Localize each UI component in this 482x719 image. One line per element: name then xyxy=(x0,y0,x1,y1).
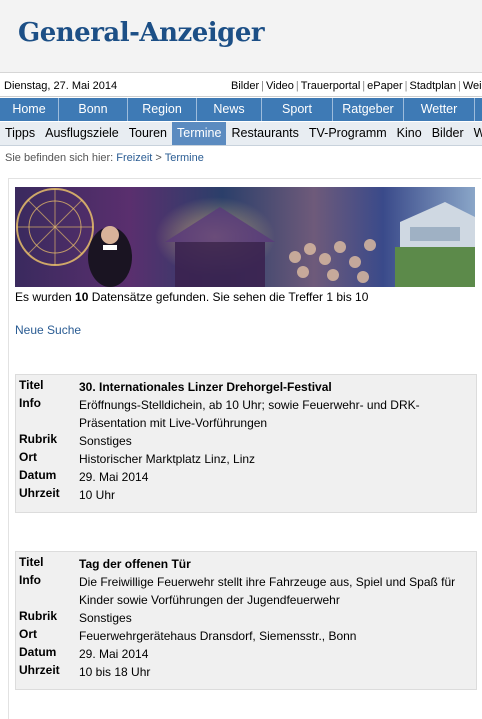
sub-navigation: Tipps Ausflugsziele Touren Termine Resta… xyxy=(0,122,482,146)
label-ort: Ort xyxy=(19,627,37,641)
nav-home[interactable]: Home xyxy=(0,98,59,121)
results-text-before: Es wurden xyxy=(15,290,72,304)
results-count: 10 xyxy=(75,290,89,304)
label-ort: Ort xyxy=(19,450,37,464)
event-row-datum: Datum 29. Mai 2014 xyxy=(16,645,476,663)
event-uhrzeit: 10 Uhr xyxy=(79,488,116,502)
label-uhrzeit: Uhrzeit xyxy=(19,663,60,677)
subnav-termine[interactable]: Termine xyxy=(172,122,227,145)
event-datum: 29. Mai 2014 xyxy=(79,470,149,484)
event-row-info: Info Die Freiwillige Feuerwehr stellt ih… xyxy=(16,573,476,609)
results-text-after: Datensätze gefunden. Sie sehen die Treff… xyxy=(91,290,369,304)
event-row-ort: Ort Historischer Marktplatz Linz, Linz xyxy=(16,450,476,468)
label-uhrzeit: Uhrzeit xyxy=(19,486,60,500)
nav-bonn[interactable]: Bonn xyxy=(59,98,128,121)
label-info: Info xyxy=(19,573,41,587)
label-datum: Datum xyxy=(19,468,57,482)
link-video[interactable]: Video xyxy=(265,80,295,92)
event-card: Titel 30. Internationales Linzer Drehorg… xyxy=(15,374,477,513)
link-stadtplan[interactable]: Stadtplan xyxy=(409,80,457,92)
banner-collage-graphic xyxy=(15,187,475,287)
masthead: General-Anzeiger xyxy=(0,0,482,73)
event-ort: Historischer Marktplatz Linz, Linz xyxy=(79,452,256,466)
subnav-bilder[interactable]: Bilder xyxy=(427,122,469,145)
breadcrumb-separator: > xyxy=(155,152,162,164)
nav-ratgeber[interactable]: Ratgeber xyxy=(333,98,404,121)
subnav-touren[interactable]: Touren xyxy=(124,122,172,145)
event-row-uhrzeit: Uhrzeit 10 Uhr xyxy=(16,486,476,504)
breadcrumb-termine[interactable]: Termine xyxy=(165,152,204,164)
utility-links: Bilder | Video | Trauerportal | ePaper | Stadtpl… xyxy=(230,80,482,92)
subnav-tipps[interactable]: Tipps xyxy=(0,122,40,145)
banner-image xyxy=(15,187,475,287)
event-ort: Feuerwehrgerätehaus Dransdorf, Siemensst… xyxy=(79,629,357,643)
site-logo[interactable]: General-Anzeiger xyxy=(18,18,265,48)
label-titel: Titel xyxy=(19,378,44,392)
breadcrumb-freizeit[interactable]: Freizeit xyxy=(116,152,152,164)
subnav-tv-programm[interactable]: TV-Programm xyxy=(304,122,392,145)
nav-region[interactable]: Region xyxy=(128,98,197,121)
subnav-more[interactable]: W xyxy=(469,122,482,145)
breadcrumb-prefix: Sie befinden sich hier: xyxy=(5,152,114,164)
event-info: Eröffnungs-Stelldichein, ab 10 Uhr; sowi… xyxy=(79,398,420,430)
nav-news[interactable]: News xyxy=(197,98,262,121)
event-row-rubrik: Rubrik Sonstiges xyxy=(16,432,476,450)
link-trauerportal[interactable]: Trauerportal xyxy=(300,80,362,92)
event-row-info: Info Eröffnungs-Stelldichein, ab 10 Uhr;… xyxy=(16,396,476,432)
breadcrumb: Sie befinden sich hier: Freizeit > Termi… xyxy=(5,152,204,164)
label-info: Info xyxy=(19,396,41,410)
event-row-titel: Titel 30. Internationales Linzer Drehorg… xyxy=(16,378,476,396)
event-info: Die Freiwillige Feuerwehr stellt ihre Fa… xyxy=(79,575,456,607)
label-rubrik: Rubrik xyxy=(19,432,58,446)
event-rubrik: Sonstiges xyxy=(79,611,132,625)
event-rubrik: Sonstiges xyxy=(79,434,132,448)
link-weih[interactable]: Weih xyxy=(462,80,482,92)
new-search-link[interactable]: Neue Suche xyxy=(15,323,81,337)
subnav-restaurants[interactable]: Restaurants xyxy=(226,122,303,145)
results-summary: Es wurden 10 Datensätze gefunden. Sie se… xyxy=(15,290,368,304)
event-row-ort: Ort Feuerwehrgerätehaus Dransdorf, Sieme… xyxy=(16,627,476,645)
nav-wetter[interactable]: Wetter xyxy=(404,98,475,121)
current-date: Dienstag, 27. Mai 2014 xyxy=(4,80,118,92)
event-datum: 29. Mai 2014 xyxy=(79,647,149,661)
event-row-datum: Datum 29. Mai 2014 xyxy=(16,468,476,486)
link-epaper[interactable]: ePaper xyxy=(366,80,403,92)
nav-sport[interactable]: Sport xyxy=(262,98,333,121)
subnav-kino[interactable]: Kino xyxy=(392,122,427,145)
event-card: Titel Tag der offenen Tür Info Die Freiw… xyxy=(15,551,477,690)
label-datum: Datum xyxy=(19,645,57,659)
link-bilder[interactable]: Bilder xyxy=(230,80,260,92)
event-row-uhrzeit: Uhrzeit 10 bis 18 Uhr xyxy=(16,663,476,681)
event-title: Tag der offenen Tür xyxy=(79,557,191,571)
event-row-titel: Titel Tag der offenen Tür xyxy=(16,555,476,573)
top-utility-bar: Dienstag, 27. Mai 2014 Bilder | Video | Trau… xyxy=(0,77,482,97)
main-navigation: Home Bonn Region News Sport Ratgeber Wet… xyxy=(0,98,482,121)
event-row-rubrik: Rubrik Sonstiges xyxy=(16,609,476,627)
subnav-ausflugsziele[interactable]: Ausflugsziele xyxy=(40,122,124,145)
event-uhrzeit: 10 bis 18 Uhr xyxy=(79,665,151,679)
label-rubrik: Rubrik xyxy=(19,609,58,623)
label-titel: Titel xyxy=(19,555,44,569)
event-title: 30. Internationales Linzer Drehorgel-Fes… xyxy=(79,380,332,394)
